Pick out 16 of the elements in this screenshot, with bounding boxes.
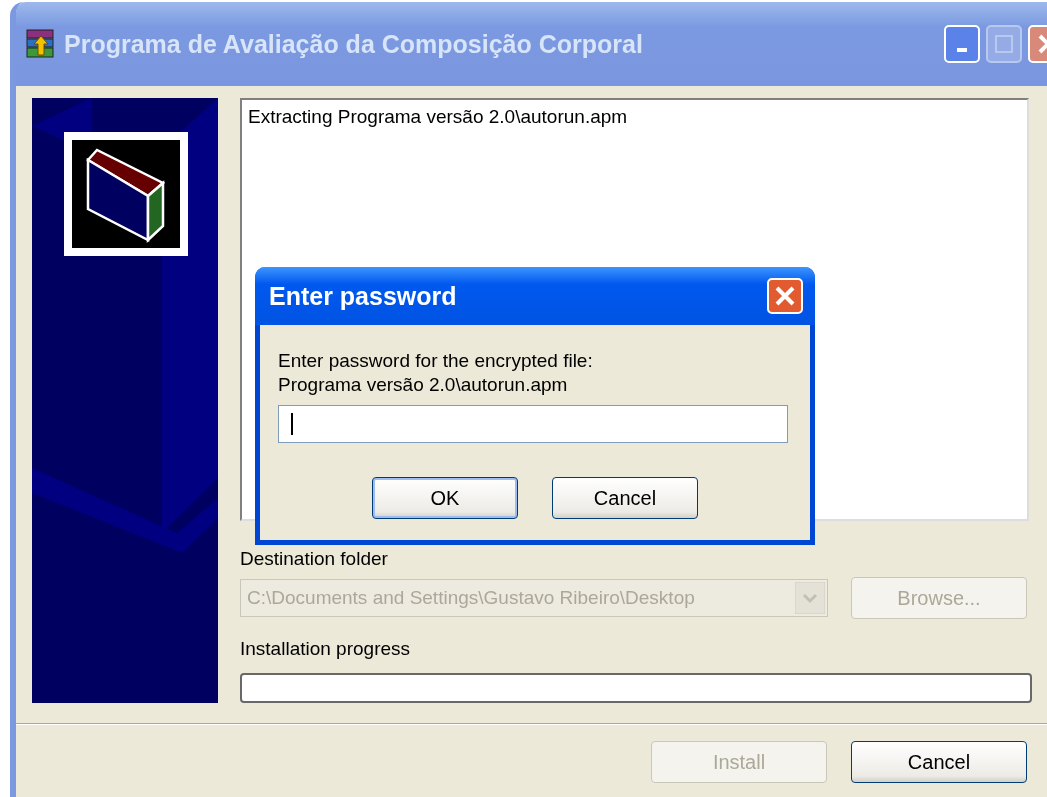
ok-button[interactable]: OK bbox=[372, 477, 518, 519]
box-icon bbox=[64, 132, 188, 256]
password-field[interactable] bbox=[278, 405, 788, 443]
file-name: Programa versão 2.0\autorun.apm bbox=[278, 373, 569, 397]
close-button[interactable] bbox=[767, 278, 803, 314]
destination-label: Destination folder bbox=[240, 548, 388, 570]
window-title: Programa de Avaliação da Composição Corporal bbox=[64, 29, 644, 59]
cancel-button[interactable]: Cancel bbox=[552, 477, 698, 519]
log-line: Extracting Programa versão 2.0\autorun.apm bbox=[248, 106, 629, 128]
close-icon bbox=[774, 285, 796, 307]
dialog-title: Enter password bbox=[269, 281, 458, 311]
minimize-icon bbox=[957, 48, 967, 52]
progress-label: Installation progress bbox=[240, 638, 411, 660]
prompt-text: Enter password for the encrypted file: bbox=[278, 349, 594, 373]
maximize-icon bbox=[995, 35, 1013, 53]
cancel-button[interactable]: Cancel bbox=[851, 741, 1027, 783]
